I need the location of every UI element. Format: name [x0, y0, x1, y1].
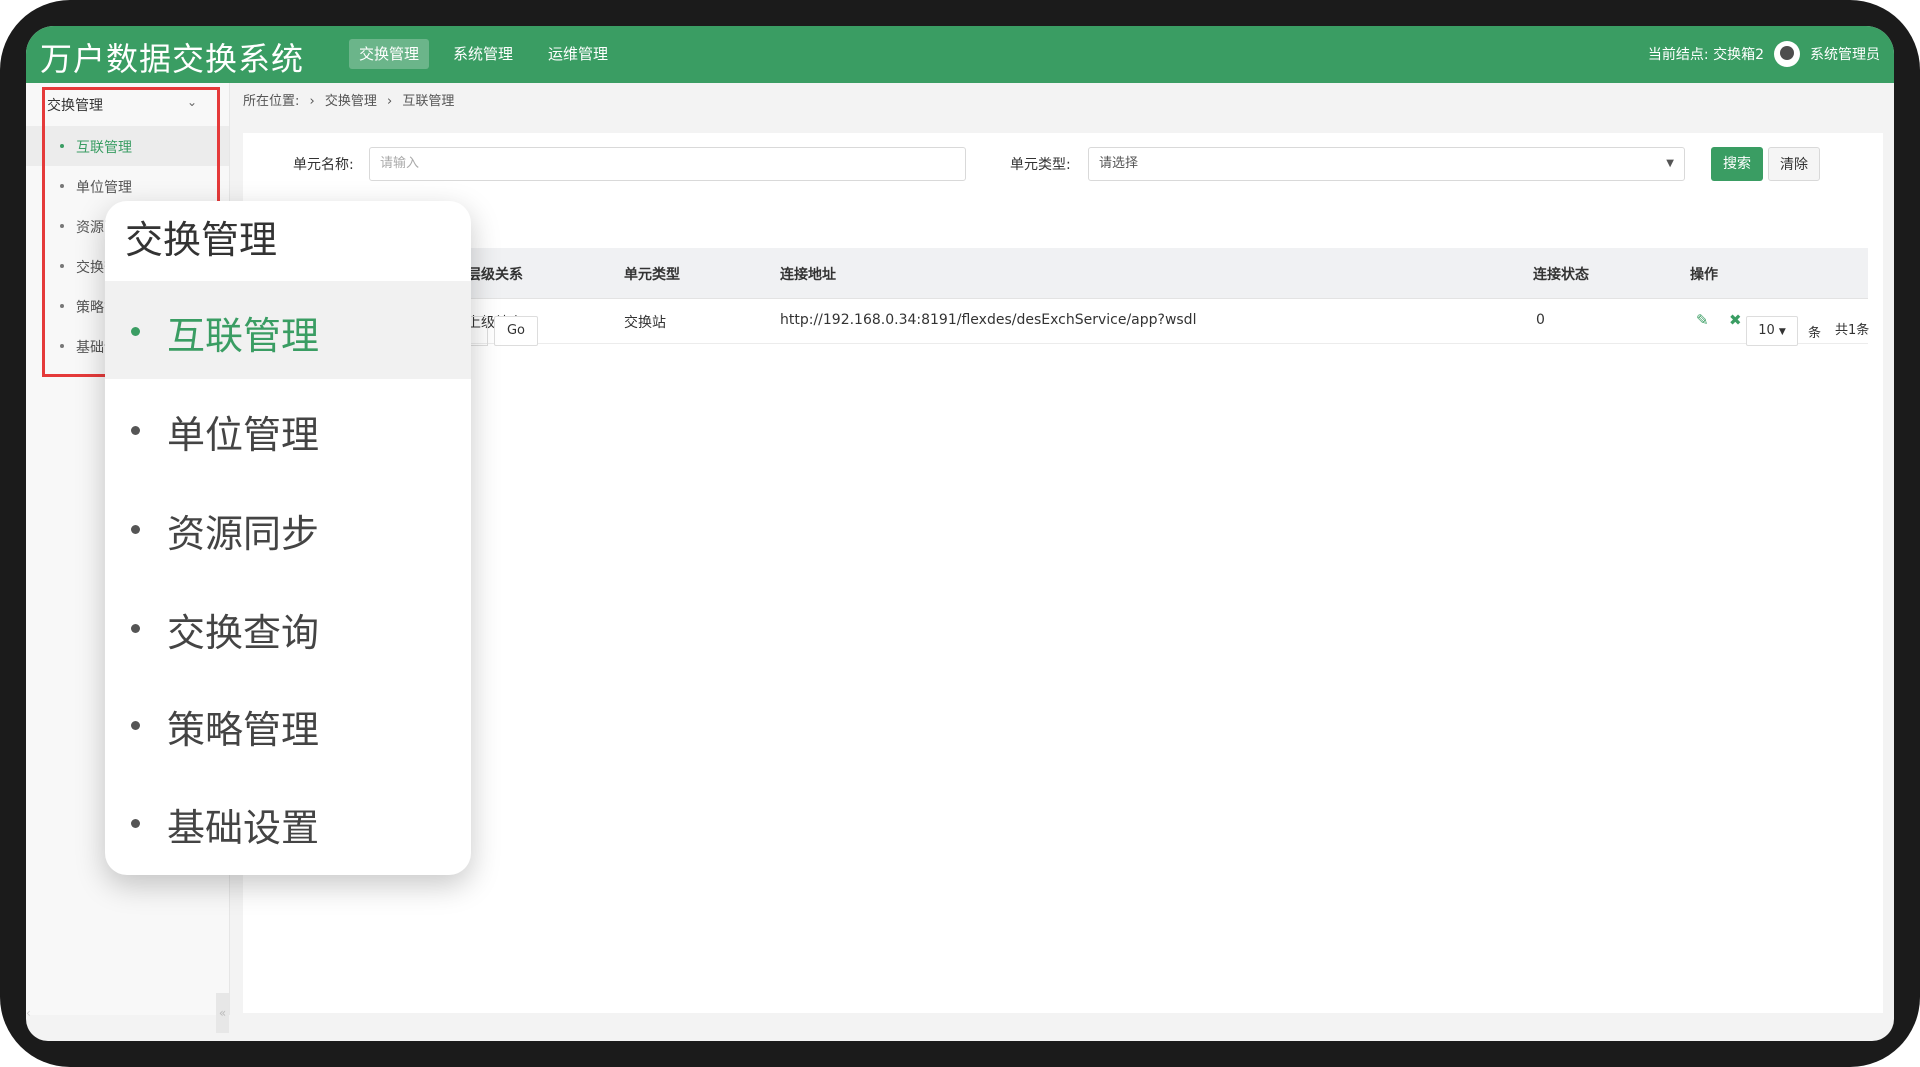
bullet-icon: [131, 721, 140, 730]
table-header: 层级关系 单元类型 连接地址 连接状态 操作: [243, 248, 1868, 299]
total-count: 共1条: [1835, 323, 1870, 338]
chevron-right-icon: ›: [309, 94, 315, 109]
double-chevron-left-icon[interactable]: «: [216, 993, 229, 1033]
zoom-item-label: 资源同步: [167, 512, 320, 556]
breadcrumb: 所在位置: › 交换管理 › 互联管理: [243, 90, 460, 109]
nav-tab-exchange[interactable]: 交换管理: [349, 39, 430, 69]
avatar[interactable]: [1774, 41, 1800, 67]
current-node-label: 当前结点: 交换箱2: [1647, 47, 1764, 63]
zoom-item-label: 交换查询: [167, 611, 320, 655]
zoom-item-basic-settings[interactable]: 基础设置: [105, 773, 471, 871]
zoom-menu-header: 交换管理: [125, 218, 278, 262]
bullet-icon: [131, 426, 140, 435]
edit-icon[interactable]: ✎: [1696, 311, 1709, 329]
clear-button[interactable]: 清除: [1768, 147, 1820, 181]
unit-type-value: 请选择: [1099, 156, 1139, 171]
cell-status: 0: [1536, 312, 1545, 328]
zoom-item-resource-sync[interactable]: 资源同步: [105, 479, 471, 577]
column-header-actions: 操作: [1690, 267, 1718, 283]
zoom-item-unit[interactable]: 单位管理: [105, 380, 471, 478]
column-header-url: 连接地址: [780, 267, 836, 283]
top-nav-bar: 万户数据交换系统 交换管理 系统管理 运维管理 当前结点: 交换箱2 系统管理员: [26, 26, 1894, 83]
zoomed-sidebar-callout: 交换管理 互联管理 单位管理 资源同步 交换查询 策略管理 基础设置: [105, 201, 471, 875]
app-screen: 万户数据交换系统 交换管理 系统管理 运维管理 当前结点: 交换箱2 系统管理员…: [26, 26, 1894, 1041]
bullet-icon: [131, 525, 140, 534]
unit-name-input[interactable]: 请输入: [369, 147, 966, 181]
cell-type: 交换站: [624, 315, 666, 331]
user-area: 当前结点: 交换箱2 系统管理员: [1648, 38, 1880, 70]
search-button[interactable]: 搜索: [1711, 147, 1763, 181]
zoom-item-label: 互联管理: [167, 314, 320, 358]
zoom-item-label: 单位管理: [167, 413, 320, 457]
column-header-level: 层级关系: [467, 267, 523, 283]
scroll-left-icon[interactable]: ‹: [26, 993, 38, 1033]
column-header-type: 单元类型: [624, 267, 680, 283]
go-button[interactable]: Go: [494, 316, 538, 346]
caret-down-icon: ▼: [1666, 158, 1674, 169]
breadcrumb-item-current: 互联管理: [402, 94, 455, 109]
zoom-item-interconnect[interactable]: 互联管理: [105, 281, 471, 379]
breadcrumb-prefix: 所在位置:: [243, 94, 300, 109]
zoom-item-label: 策略管理: [167, 708, 320, 752]
column-header-status: 连接状态: [1533, 267, 1589, 283]
page-size-unit: 条: [1808, 326, 1822, 341]
user-name[interactable]: 系统管理员: [1810, 44, 1880, 64]
chevron-right-icon: ›: [387, 94, 393, 109]
zoom-item-strategy[interactable]: 策略管理: [105, 675, 471, 773]
unit-type-label: 单元类型:: [1010, 157, 1071, 173]
unit-name-label: 单元名称:: [293, 157, 354, 173]
unit-type-select[interactable]: 请选择 ▼: [1088, 147, 1685, 181]
caret-down-icon: ▼: [1778, 327, 1786, 337]
app-title: 万户数据交换系统: [40, 40, 305, 78]
nav-tab-ops[interactable]: 运维管理: [538, 39, 618, 69]
page-size-select[interactable]: 10 ▼: [1746, 316, 1798, 346]
delete-icon[interactable]: ✖: [1729, 311, 1742, 329]
cell-url: http://192.168.0.34:8191/flexdes/desExch…: [780, 312, 1197, 328]
nav-tab-system[interactable]: 系统管理: [443, 39, 523, 69]
zoom-item-exchange-query[interactable]: 交换查询: [105, 578, 471, 676]
bullet-icon: [131, 624, 140, 633]
bullet-icon: [131, 819, 140, 828]
zoom-item-label: 基础设置: [167, 806, 320, 850]
main-panel: 单元名称: 请输入 单元类型: 请选择 ▼ 搜索 清除 层级关系 单元类型 连接…: [243, 133, 1883, 1013]
bullet-icon: [131, 327, 140, 336]
page-size-value: 10: [1758, 323, 1775, 338]
breadcrumb-item-exchange[interactable]: 交换管理: [325, 94, 377, 109]
